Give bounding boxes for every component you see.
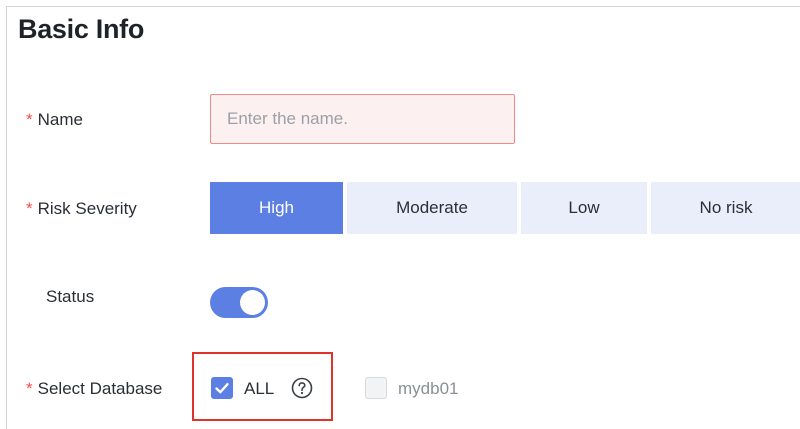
severity-option-high[interactable]: High bbox=[210, 182, 343, 234]
help-circle-icon[interactable] bbox=[291, 377, 313, 399]
all-checkbox-label: ALL bbox=[244, 379, 275, 398]
section-title: Basic Info bbox=[18, 14, 145, 44]
status-toggle[interactable] bbox=[210, 287, 268, 318]
select-database-label-text: Select Database bbox=[37, 379, 163, 398]
select-database-label: * Select Database bbox=[26, 379, 162, 399]
required-marker: * bbox=[26, 379, 33, 398]
severity-option-no-risk[interactable]: No risk bbox=[651, 182, 800, 234]
mydb01-checkbox[interactable] bbox=[365, 377, 387, 399]
required-marker: * bbox=[26, 199, 33, 218]
name-field-label: * Name bbox=[26, 110, 83, 130]
status-label: Status bbox=[46, 287, 95, 306]
toggle-knob bbox=[240, 290, 265, 315]
severity-option-moderate[interactable]: Moderate bbox=[347, 182, 517, 234]
name-input[interactable] bbox=[210, 94, 515, 144]
risk-severity-label-text: Risk Severity bbox=[37, 199, 137, 218]
required-marker: * bbox=[26, 110, 33, 129]
severity-option-low[interactable]: Low bbox=[521, 182, 647, 234]
name-label-text: Name bbox=[37, 110, 83, 129]
all-checkbox[interactable] bbox=[211, 377, 233, 399]
risk-severity-segmented-control: High Moderate Low No risk bbox=[210, 182, 800, 234]
mydb01-checkbox-label: mydb01 bbox=[398, 379, 459, 398]
check-icon bbox=[215, 383, 229, 394]
risk-severity-label: * Risk Severity bbox=[26, 199, 137, 219]
